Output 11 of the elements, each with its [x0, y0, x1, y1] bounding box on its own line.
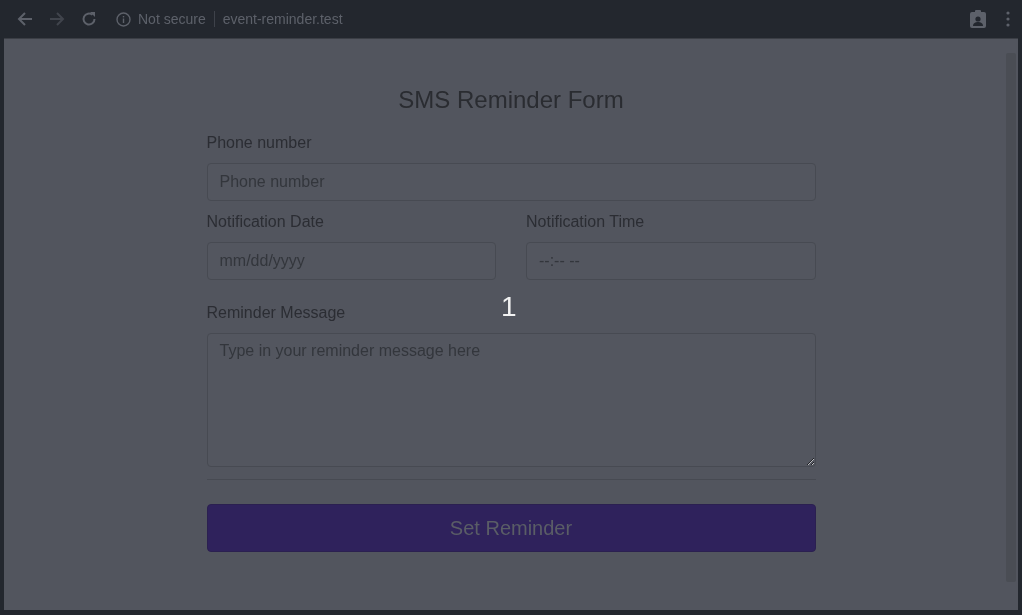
- forward-icon[interactable]: [48, 10, 66, 28]
- address-url[interactable]: event-reminder.test: [222, 11, 343, 27]
- info-icon[interactable]: [116, 11, 131, 27]
- security-label: Not secure: [138, 11, 206, 27]
- set-reminder-button[interactable]: Set Reminder: [206, 504, 816, 552]
- countdown-number: 1: [501, 291, 517, 323]
- badge-icon[interactable]: [970, 10, 986, 28]
- reload-icon[interactable]: [80, 10, 98, 28]
- menu-icon[interactable]: [1006, 11, 1010, 27]
- back-icon[interactable]: [16, 10, 34, 28]
- input-field[interactable]: --:-- --: [526, 242, 816, 280]
